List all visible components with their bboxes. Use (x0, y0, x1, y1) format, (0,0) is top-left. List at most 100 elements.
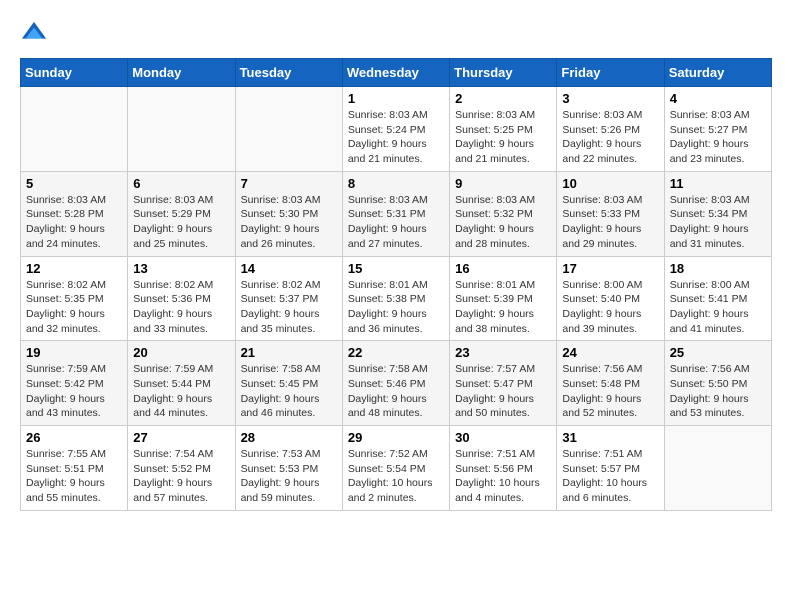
day-info: Sunrise: 7:56 AM Sunset: 5:50 PM Dayligh… (670, 362, 766, 421)
day-number: 15 (348, 261, 444, 276)
day-info: Sunrise: 8:01 AM Sunset: 5:38 PM Dayligh… (348, 278, 444, 337)
day-number: 7 (241, 176, 337, 191)
day-info: Sunrise: 8:03 AM Sunset: 5:34 PM Dayligh… (670, 193, 766, 252)
day-number: 2 (455, 91, 551, 106)
calendar-cell: 26 Sunrise: 7:55 AM Sunset: 5:51 PM Dayli… (21, 426, 128, 511)
calendar-cell: 22Sunrise: 7:58 AM Sunset: 5:46 PM Dayli… (342, 341, 449, 426)
day-info: Sunrise: 7:53 AM Sunset: 5:53 PM Dayligh… (241, 447, 337, 506)
calendar-cell: 13 Sunrise: 8:02 AM Sunset: 5:36 PM Dayli… (128, 256, 235, 341)
day-number: 4 (670, 91, 766, 106)
day-number: 24 (562, 345, 658, 360)
calendar-cell: 4 Sunrise: 8:03 AM Sunset: 5:27 PM Daylig… (664, 87, 771, 172)
calendar-cell (664, 426, 771, 511)
calendar-cell: 3 Sunrise: 8:03 AM Sunset: 5:26 PM Daylig… (557, 87, 664, 172)
calendar-cell: 15 Sunrise: 8:01 AM Sunset: 5:38 PM Dayli… (342, 256, 449, 341)
calendar-cell: 30 Sunrise: 7:51 AM Sunset: 5:56 PM Dayli… (450, 426, 557, 511)
day-number: 26 (26, 430, 122, 445)
logo-icon (20, 20, 48, 48)
day-number: 10 (562, 176, 658, 191)
day-number: 27 (133, 430, 229, 445)
calendar-cell: 17 Sunrise: 8:00 AM Sunset: 5:40 PM Dayli… (557, 256, 664, 341)
week-row-5: 26 Sunrise: 7:55 AM Sunset: 5:51 PM Dayli… (21, 426, 772, 511)
calendar-cell: 28 Sunrise: 7:53 AM Sunset: 5:53 PM Dayli… (235, 426, 342, 511)
day-info: Sunrise: 8:03 AM Sunset: 5:31 PM Dayligh… (348, 193, 444, 252)
week-row-1: 1Sunrise: 8:03 AM Sunset: 5:24 PM Daylig… (21, 87, 772, 172)
day-number: 28 (241, 430, 337, 445)
weekday-header-saturday: Saturday (664, 59, 771, 87)
calendar-cell (235, 87, 342, 172)
day-number: 31 (562, 430, 658, 445)
weekday-header-wednesday: Wednesday (342, 59, 449, 87)
calendar-cell (21, 87, 128, 172)
day-info: Sunrise: 7:58 AM Sunset: 5:45 PM Dayligh… (241, 362, 337, 421)
calendar-cell: 9 Sunrise: 8:03 AM Sunset: 5:32 PM Daylig… (450, 171, 557, 256)
calendar-cell: 6 Sunrise: 8:03 AM Sunset: 5:29 PM Daylig… (128, 171, 235, 256)
calendar-cell: 27 Sunrise: 7:54 AM Sunset: 5:52 PM Dayli… (128, 426, 235, 511)
day-info: Sunrise: 7:56 AM Sunset: 5:48 PM Dayligh… (562, 362, 658, 421)
day-info: Sunrise: 7:59 AM Sunset: 5:44 PM Dayligh… (133, 362, 229, 421)
day-number: 5 (26, 176, 122, 191)
day-info: Sunrise: 8:02 AM Sunset: 5:36 PM Dayligh… (133, 278, 229, 337)
day-number: 30 (455, 430, 551, 445)
day-number: 18 (670, 261, 766, 276)
day-info: Sunrise: 7:54 AM Sunset: 5:52 PM Dayligh… (133, 447, 229, 506)
day-info: Sunrise: 8:03 AM Sunset: 5:32 PM Dayligh… (455, 193, 551, 252)
week-row-4: 19Sunrise: 7:59 AM Sunset: 5:42 PM Dayli… (21, 341, 772, 426)
day-info: Sunrise: 8:02 AM Sunset: 5:35 PM Dayligh… (26, 278, 122, 337)
day-info: Sunrise: 8:03 AM Sunset: 5:33 PM Dayligh… (562, 193, 658, 252)
day-number: 1 (348, 91, 444, 106)
calendar-cell: 10 Sunrise: 8:03 AM Sunset: 5:33 PM Dayli… (557, 171, 664, 256)
day-info: Sunrise: 8:03 AM Sunset: 5:26 PM Dayligh… (562, 108, 658, 167)
day-number: 3 (562, 91, 658, 106)
header (20, 20, 772, 48)
calendar-cell: 25 Sunrise: 7:56 AM Sunset: 5:50 PM Dayli… (664, 341, 771, 426)
day-info: Sunrise: 7:57 AM Sunset: 5:47 PM Dayligh… (455, 362, 551, 421)
day-number: 9 (455, 176, 551, 191)
day-info: Sunrise: 8:02 AM Sunset: 5:37 PM Dayligh… (241, 278, 337, 337)
calendar-cell: 12 Sunrise: 8:02 AM Sunset: 5:35 PM Dayli… (21, 256, 128, 341)
day-number: 12 (26, 261, 122, 276)
calendar-cell: 16Sunrise: 8:01 AM Sunset: 5:39 PM Dayli… (450, 256, 557, 341)
weekday-header-thursday: Thursday (450, 59, 557, 87)
day-info: Sunrise: 7:58 AM Sunset: 5:46 PM Dayligh… (348, 362, 444, 421)
week-row-2: 5 Sunrise: 8:03 AM Sunset: 5:28 PM Daylig… (21, 171, 772, 256)
day-info: Sunrise: 8:03 AM Sunset: 5:29 PM Dayligh… (133, 193, 229, 252)
day-info: Sunrise: 8:03 AM Sunset: 5:30 PM Dayligh… (241, 193, 337, 252)
weekday-header-row: SundayMondayTuesdayWednesdayThursdayFrid… (21, 59, 772, 87)
day-number: 6 (133, 176, 229, 191)
calendar-cell: 8 Sunrise: 8:03 AM Sunset: 5:31 PM Daylig… (342, 171, 449, 256)
day-info: Sunrise: 8:01 AM Sunset: 5:39 PM Dayligh… (455, 278, 551, 337)
calendar-cell: 29Sunrise: 7:52 AM Sunset: 5:54 PM Dayli… (342, 426, 449, 511)
weekday-header-tuesday: Tuesday (235, 59, 342, 87)
day-number: 17 (562, 261, 658, 276)
day-info: Sunrise: 8:00 AM Sunset: 5:40 PM Dayligh… (562, 278, 658, 337)
day-info: Sunrise: 8:03 AM Sunset: 5:25 PM Dayligh… (455, 108, 551, 167)
day-info: Sunrise: 8:00 AM Sunset: 5:41 PM Dayligh… (670, 278, 766, 337)
day-number: 25 (670, 345, 766, 360)
page: SundayMondayTuesdayWednesdayThursdayFrid… (0, 0, 792, 521)
calendar-table: SundayMondayTuesdayWednesdayThursdayFrid… (20, 58, 772, 511)
day-info: Sunrise: 8:03 AM Sunset: 5:27 PM Dayligh… (670, 108, 766, 167)
day-number: 21 (241, 345, 337, 360)
day-info: Sunrise: 7:51 AM Sunset: 5:56 PM Dayligh… (455, 447, 551, 506)
day-number: 13 (133, 261, 229, 276)
calendar-cell: 1Sunrise: 8:03 AM Sunset: 5:24 PM Daylig… (342, 87, 449, 172)
calendar-cell: 21 Sunrise: 7:58 AM Sunset: 5:45 PM Dayli… (235, 341, 342, 426)
day-number: 14 (241, 261, 337, 276)
day-info: Sunrise: 7:52 AM Sunset: 5:54 PM Dayligh… (348, 447, 444, 506)
day-info: Sunrise: 8:03 AM Sunset: 5:28 PM Dayligh… (26, 193, 122, 252)
calendar-cell: 14 Sunrise: 8:02 AM Sunset: 5:37 PM Dayli… (235, 256, 342, 341)
day-number: 8 (348, 176, 444, 191)
calendar-cell: 20Sunrise: 7:59 AM Sunset: 5:44 PM Dayli… (128, 341, 235, 426)
calendar-cell: 23 Sunrise: 7:57 AM Sunset: 5:47 PM Dayli… (450, 341, 557, 426)
day-info: Sunrise: 7:51 AM Sunset: 5:57 PM Dayligh… (562, 447, 658, 506)
day-number: 23 (455, 345, 551, 360)
calendar-cell: 31 Sunrise: 7:51 AM Sunset: 5:57 PM Dayli… (557, 426, 664, 511)
logo (20, 20, 52, 48)
calendar-cell: 5 Sunrise: 8:03 AM Sunset: 5:28 PM Daylig… (21, 171, 128, 256)
day-info: Sunrise: 7:59 AM Sunset: 5:42 PM Dayligh… (26, 362, 122, 421)
calendar-cell: 11Sunrise: 8:03 AM Sunset: 5:34 PM Dayli… (664, 171, 771, 256)
calendar-cell (128, 87, 235, 172)
day-info: Sunrise: 7:55 AM Sunset: 5:51 PM Dayligh… (26, 447, 122, 506)
weekday-header-monday: Monday (128, 59, 235, 87)
